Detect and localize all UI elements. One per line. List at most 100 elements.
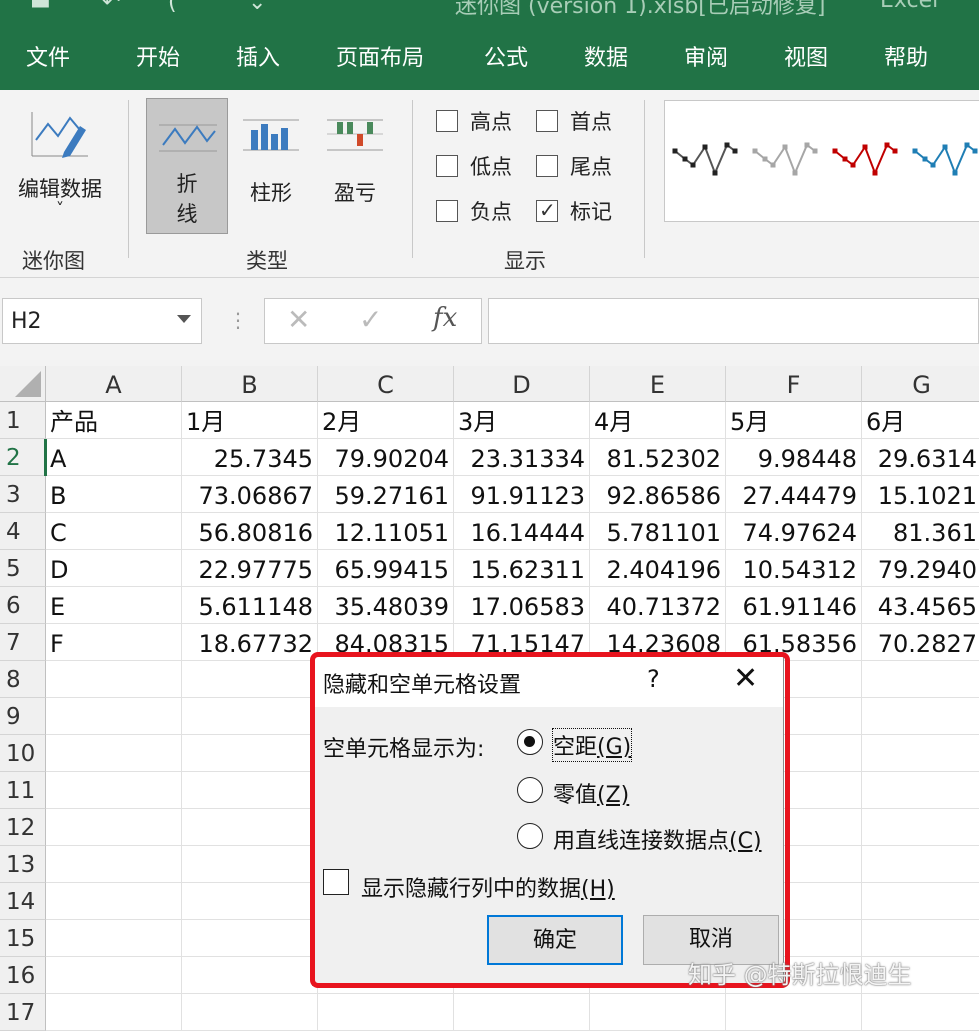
row-header-5[interactable]: 5: [0, 550, 46, 587]
radio-connect-label[interactable]: 用直线连接数据点(C): [553, 823, 762, 855]
cell-G2[interactable]: 29.6314: [862, 439, 979, 476]
tab-home[interactable]: 开始: [136, 40, 180, 72]
cell-G4[interactable]: 81.361: [862, 513, 979, 550]
cell-G6[interactable]: 43.4565: [862, 587, 979, 624]
cell-G14[interactable]: [862, 883, 979, 920]
column-header-B[interactable]: B: [182, 366, 318, 402]
column-header-C[interactable]: C: [318, 366, 454, 402]
cell-E4[interactable]: 5.781101: [590, 513, 726, 550]
cell-D3[interactable]: 91.91123: [454, 476, 590, 513]
row-header-8[interactable]: 8: [0, 661, 46, 698]
column-type-button[interactable]: 柱形: [236, 110, 306, 207]
row-header-12[interactable]: 12: [0, 809, 46, 846]
tab-view[interactable]: 视图: [784, 40, 828, 72]
cell-G5[interactable]: 79.2940: [862, 550, 979, 587]
sparkline-style-gallery[interactable]: [664, 100, 979, 222]
cell-C4[interactable]: 12.11051: [318, 513, 454, 550]
cell-B14[interactable]: [182, 883, 318, 920]
cell-G17[interactable]: [862, 994, 979, 1031]
edit-data-button[interactable]: 编辑数据 ˅: [8, 104, 112, 218]
markers-checkbox[interactable]: 标记: [536, 196, 612, 226]
cell-C5[interactable]: 65.99415: [318, 550, 454, 587]
cell-E3[interactable]: 92.86586: [590, 476, 726, 513]
cell-E1[interactable]: 4月: [590, 402, 726, 439]
cell-C1[interactable]: 2月: [318, 402, 454, 439]
insert-function-icon[interactable]: fx: [433, 303, 457, 333]
cell-G7[interactable]: 70.2827: [862, 624, 979, 661]
cell-A2[interactable]: A: [46, 439, 182, 476]
cell-C17[interactable]: [318, 994, 454, 1031]
column-header-F[interactable]: F: [726, 366, 862, 402]
cell-B3[interactable]: 73.06867: [182, 476, 318, 513]
cell-E5[interactable]: 2.404196: [590, 550, 726, 587]
cell-E2[interactable]: 81.52302: [590, 439, 726, 476]
cell-E6[interactable]: 40.71372: [590, 587, 726, 624]
cell-B8[interactable]: [182, 661, 318, 698]
cell-B2[interactable]: 25.7345: [182, 439, 318, 476]
cell-B12[interactable]: [182, 809, 318, 846]
cell-A12[interactable]: [46, 809, 182, 846]
cancel-icon[interactable]: ✕: [287, 303, 310, 336]
cell-F5[interactable]: 10.54312: [726, 550, 862, 587]
cell-B15[interactable]: [182, 920, 318, 957]
tab-page-layout[interactable]: 页面布局: [336, 40, 424, 72]
radio-zero[interactable]: [517, 777, 543, 803]
enter-icon[interactable]: ✓: [359, 303, 382, 336]
cell-F1[interactable]: 5月: [726, 402, 862, 439]
cell-B17[interactable]: [182, 994, 318, 1031]
cell-A4[interactable]: C: [46, 513, 182, 550]
row-header-13[interactable]: 13: [0, 846, 46, 883]
close-icon[interactable]: ✕: [733, 661, 758, 696]
cell-A13[interactable]: [46, 846, 182, 883]
cell-G10[interactable]: [862, 735, 979, 772]
radio-zero-label[interactable]: 零值(Z): [553, 777, 629, 809]
cell-A1[interactable]: 产品: [46, 402, 182, 439]
show-hidden-checkbox[interactable]: [323, 869, 349, 895]
cell-B9[interactable]: [182, 698, 318, 735]
line-type-button[interactable]: 折 线: [146, 98, 228, 234]
row-header-2[interactable]: 2: [0, 439, 46, 476]
cell-F17[interactable]: [726, 994, 862, 1031]
save-icon[interactable]: ▬: [30, 0, 51, 15]
cell-F3[interactable]: 27.44479: [726, 476, 862, 513]
cell-B16[interactable]: [182, 957, 318, 994]
tab-insert[interactable]: 插入: [236, 40, 280, 72]
cell-D2[interactable]: 23.31334: [454, 439, 590, 476]
cell-C2[interactable]: 79.90204: [318, 439, 454, 476]
cell-A11[interactable]: [46, 772, 182, 809]
radio-gaps-label[interactable]: 空距(G): [551, 728, 633, 762]
help-icon[interactable]: ?: [647, 665, 660, 693]
row-header-4[interactable]: 4: [0, 513, 46, 550]
radio-gaps[interactable]: [517, 729, 543, 755]
row-header-14[interactable]: 14: [0, 883, 46, 920]
cell-A7[interactable]: F: [46, 624, 182, 661]
tab-file[interactable]: 文件: [26, 40, 70, 72]
cell-D1[interactable]: 3月: [454, 402, 590, 439]
name-box[interactable]: H2: [2, 298, 202, 344]
cell-C3[interactable]: 59.27161: [318, 476, 454, 513]
row-header-17[interactable]: 17: [0, 994, 46, 1031]
show-hidden-label[interactable]: 显示隐藏行列中的数据(H): [361, 871, 615, 903]
last-point-checkbox[interactable]: 尾点: [536, 151, 612, 181]
radio-connect[interactable]: [517, 823, 543, 849]
cell-D17[interactable]: [454, 994, 590, 1031]
column-header-D[interactable]: D: [454, 366, 590, 402]
cell-B13[interactable]: [182, 846, 318, 883]
cell-A8[interactable]: [46, 661, 182, 698]
negative-points-checkbox[interactable]: 负点: [436, 196, 512, 226]
tab-review[interactable]: 审阅: [684, 40, 728, 72]
cell-E17[interactable]: [590, 994, 726, 1031]
row-header-15[interactable]: 15: [0, 920, 46, 957]
cell-A10[interactable]: [46, 735, 182, 772]
first-point-checkbox[interactable]: 首点: [536, 106, 612, 136]
cell-G13[interactable]: [862, 846, 979, 883]
undo-icon[interactable]: ↶: [102, 0, 120, 15]
row-header-16[interactable]: 16: [0, 957, 46, 994]
drag-handle-icon[interactable]: ⋮: [228, 308, 248, 332]
row-header-10[interactable]: 10: [0, 735, 46, 772]
cell-A5[interactable]: D: [46, 550, 182, 587]
ok-button[interactable]: 确定: [487, 915, 623, 965]
cell-A9[interactable]: [46, 698, 182, 735]
cell-D5[interactable]: 15.62311: [454, 550, 590, 587]
tab-help[interactable]: 帮助: [884, 40, 928, 72]
